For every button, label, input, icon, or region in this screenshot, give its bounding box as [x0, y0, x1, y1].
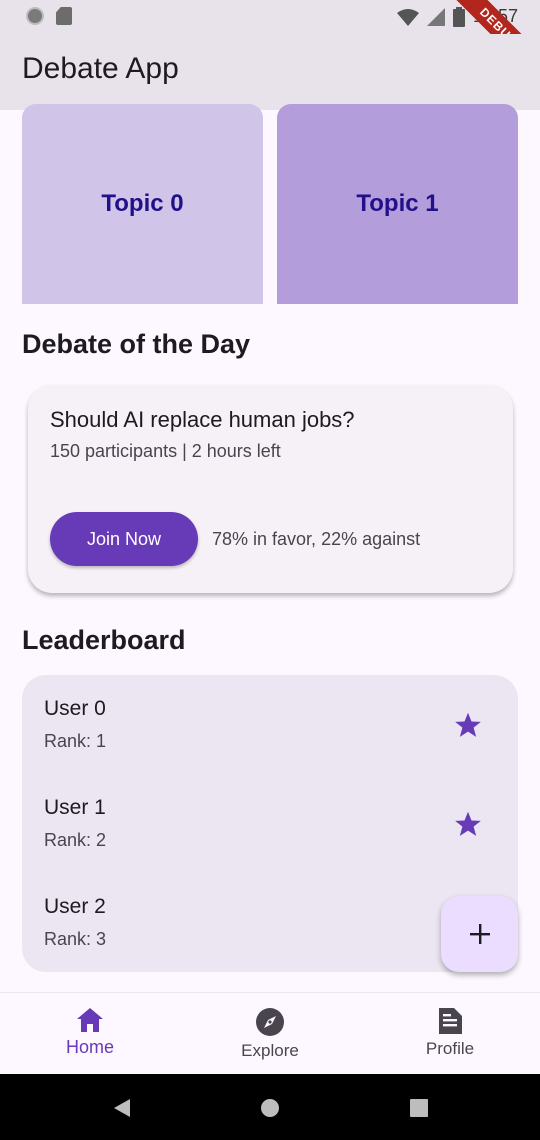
add-debate-fab[interactable] — [441, 896, 518, 972]
debate-meta: 150 participants | 2 hours left — [50, 441, 281, 461]
nav-label-profile: Profile — [425, 1039, 475, 1058]
topic-label: Topic 1 — [356, 190, 439, 217]
join-now-button[interactable]: Join Now — [50, 512, 198, 566]
wifi-icon — [396, 8, 419, 26]
vote-summary: 78% in favor, 22% against — [212, 529, 421, 549]
home-icon — [77, 1008, 103, 1032]
star-icon — [455, 811, 481, 836]
topic-card-0[interactable]: Topic 0 — [22, 104, 263, 304]
bottom-navigation: Home Explore Profile — [0, 992, 540, 1075]
page-title: Debate App — [22, 52, 179, 85]
system-navigation-bar — [0, 1074, 540, 1140]
nav-label-home: Home — [65, 1037, 114, 1057]
status-bar: 10:57 DEBUG — [0, 0, 540, 88]
sd-card-icon — [56, 7, 72, 25]
topic-label: Topic 0 — [101, 190, 184, 217]
signal-icon — [426, 7, 445, 26]
nav-label-explore: Explore — [241, 1041, 299, 1060]
debate-section-heading: Debate of the Day — [22, 329, 251, 359]
plus-icon — [469, 924, 490, 944]
user-rank: Rank: 3 — [44, 929, 107, 949]
nav-item-home[interactable]: Home — [0, 993, 180, 1075]
recents-icon[interactable] — [410, 1099, 428, 1117]
star-icon — [455, 712, 481, 737]
user-rank: Rank: 2 — [44, 830, 107, 850]
document-icon — [439, 1008, 462, 1034]
user-name: User 2 — [44, 895, 106, 918]
home-circle-icon[interactable] — [260, 1098, 280, 1118]
user-name: User 0 — [44, 697, 106, 720]
back-icon[interactable] — [113, 1098, 131, 1118]
app-bar: Debate App — [0, 34, 540, 110]
notification-dot-icon — [26, 7, 44, 25]
battery-icon — [452, 6, 465, 27]
debate-question: Should AI replace human jobs? — [50, 407, 355, 432]
list-item[interactable]: User 0 Rank: 1 — [22, 675, 518, 774]
user-rank: Rank: 1 — [44, 731, 107, 751]
compass-icon — [256, 1008, 284, 1036]
leaderboard-heading: Leaderboard — [22, 625, 186, 655]
nav-item-profile[interactable]: Profile — [360, 993, 540, 1075]
nav-item-explore[interactable]: Explore — [180, 993, 360, 1075]
status-left-icons — [26, 7, 72, 25]
topic-card-1[interactable]: Topic 1 — [277, 104, 518, 304]
list-item[interactable]: User 1 Rank: 2 — [22, 774, 518, 873]
debate-card: Should AI replace human jobs? 150 partic… — [28, 385, 513, 593]
user-name: User 1 — [44, 796, 106, 819]
